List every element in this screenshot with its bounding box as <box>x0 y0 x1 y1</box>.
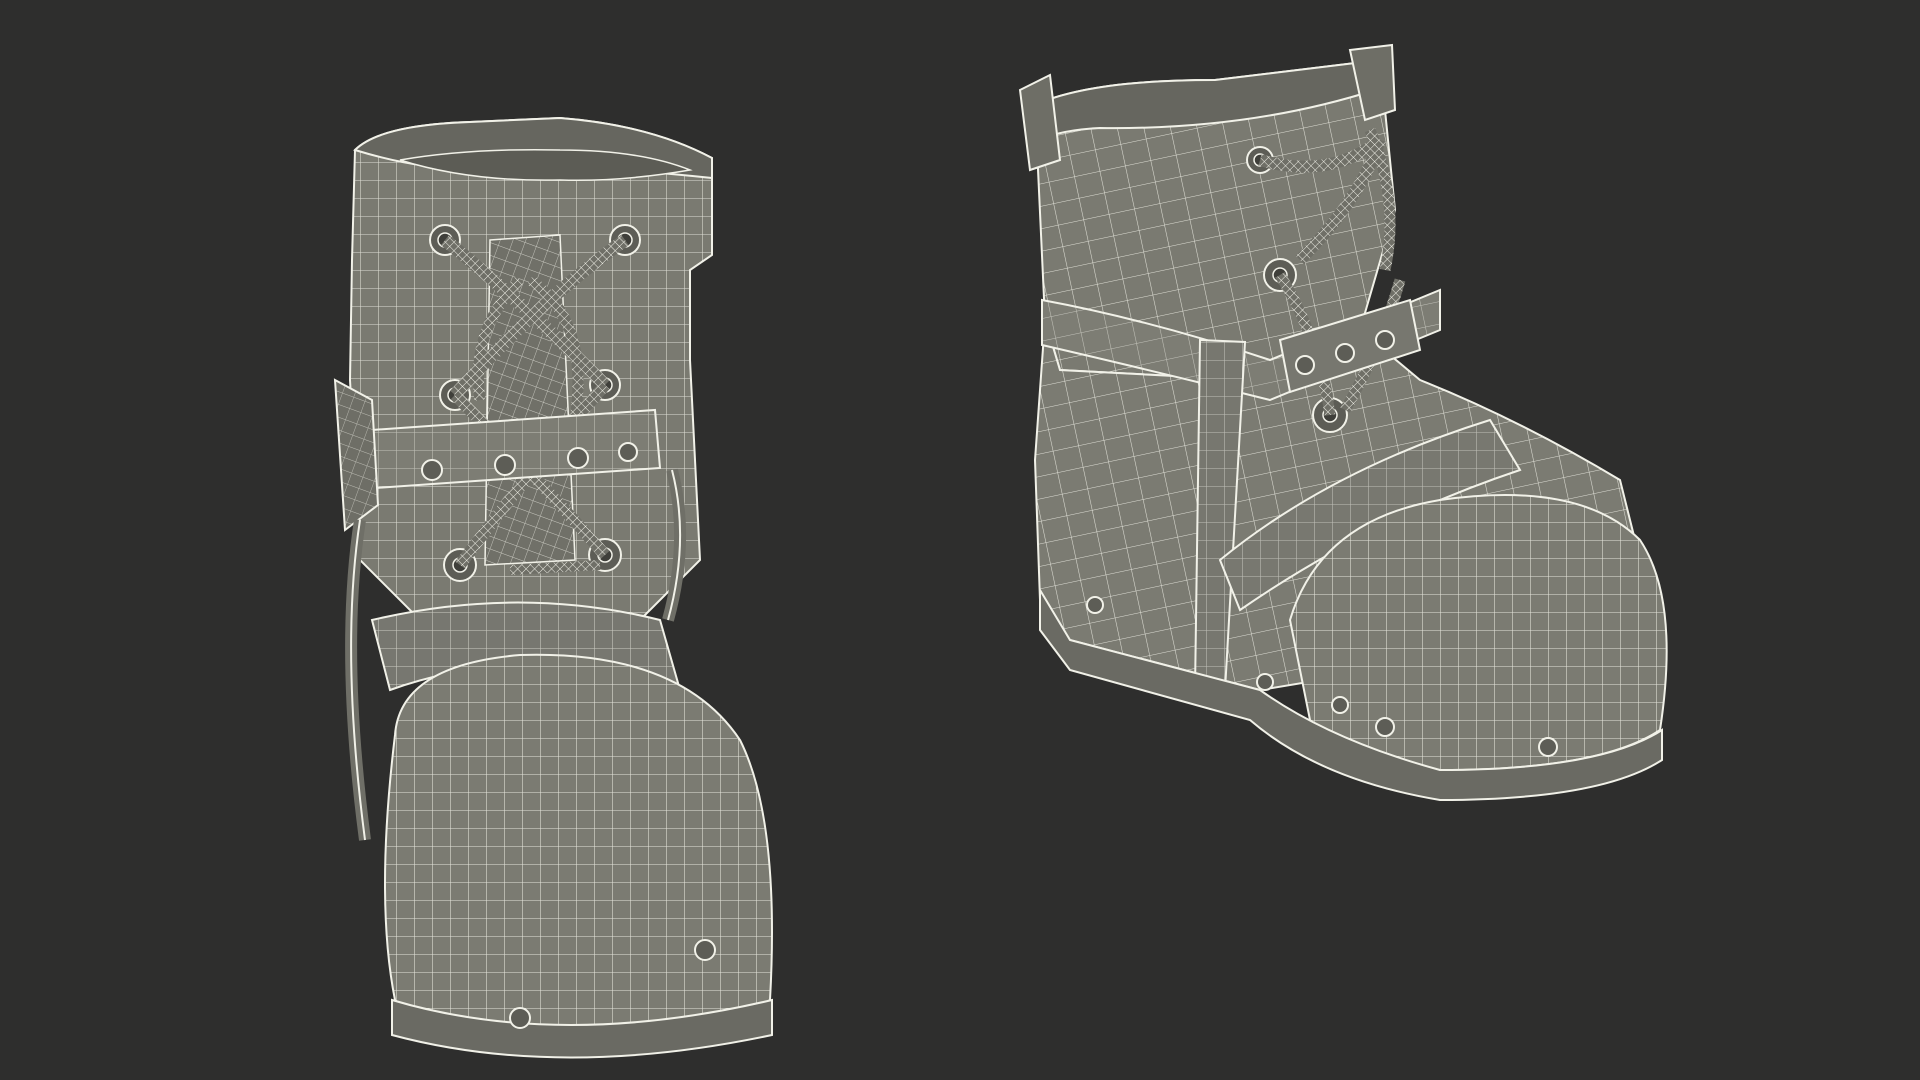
left-boot <box>333 116 773 1059</box>
right-boot <box>1018 43 1668 802</box>
render-viewport <box>0 0 1920 1080</box>
wireframe-render <box>333 43 1668 1059</box>
